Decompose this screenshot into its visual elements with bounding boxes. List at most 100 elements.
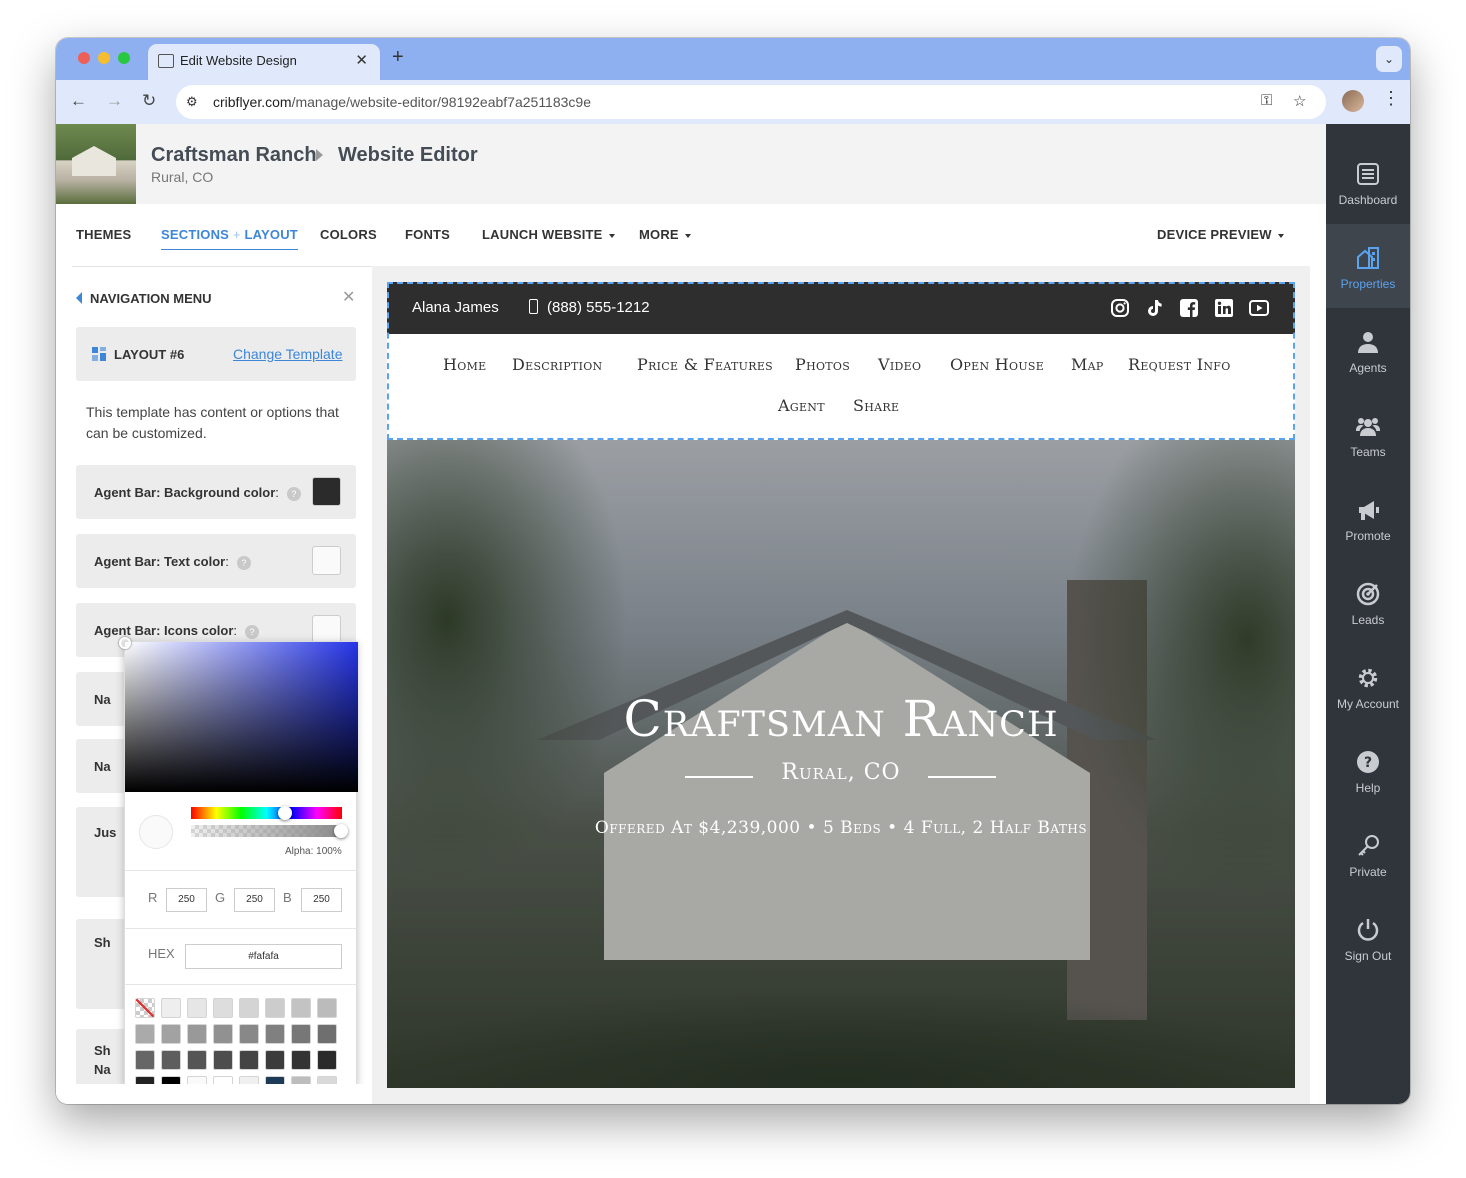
minimize-window-button[interactable] [98,52,110,64]
palette-swatch[interactable] [187,998,207,1018]
saturation-handle[interactable] [119,637,131,649]
sidebar-item-my-account[interactable]: My Account [1326,644,1410,728]
sidebar-item-promote[interactable]: Promote [1326,476,1410,560]
palette-swatch[interactable] [291,1076,311,1084]
tab-themes[interactable]: THEMES [76,227,131,242]
r-input[interactable]: 250 [166,888,207,912]
nav-link-price-features[interactable]: Price & Features [637,355,773,374]
sidebar-item-private[interactable]: Private [1326,812,1410,896]
palette-swatch[interactable] [239,1076,259,1084]
color-swatch[interactable] [312,546,341,575]
key-icon[interactable]: ⚿ [1261,92,1272,109]
palette-swatch[interactable] [187,1076,207,1084]
palette-swatch[interactable] [317,1024,337,1044]
browser-tab[interactable]: Edit Website Design ✕ [148,44,380,80]
palette-swatch[interactable] [161,998,181,1018]
hex-input[interactable]: #fafafa [185,944,342,969]
close-panel-icon[interactable]: ✕ [342,287,355,307]
palette-swatch[interactable] [187,1050,207,1070]
change-template-link[interactable]: Change Template [233,346,342,362]
palette-swatch[interactable] [265,998,285,1018]
nav-link-map[interactable]: Map [1071,355,1104,374]
browser-menu-icon[interactable]: ⋮ [1382,88,1400,109]
tiktok-icon[interactable] [1144,298,1164,318]
palette-swatch[interactable] [239,1024,259,1044]
back-icon[interactable]: ← [70,91,87,111]
tab-colors[interactable]: COLORS [320,227,377,242]
hero-section[interactable]: Craftsman Ranch Rural, CO Offered At $4,… [387,440,1295,1088]
g-input[interactable]: 250 [234,888,275,912]
instagram-icon[interactable] [1110,298,1130,318]
facebook-icon[interactable] [1179,298,1199,318]
palette-swatch[interactable] [135,1076,155,1084]
palette-swatch[interactable] [161,1024,181,1044]
linkedin-icon[interactable] [1214,298,1234,318]
b-input[interactable]: 250 [301,888,342,912]
launch-website-dropdown[interactable]: LAUNCH WEBSITE [482,227,615,242]
palette-swatch[interactable] [265,1076,285,1084]
sidebar-item-sign-out[interactable]: Sign Out [1326,896,1410,980]
nav-link-share[interactable]: Share [853,396,899,415]
sidebar-item-leads[interactable]: Leads [1326,560,1410,644]
help-icon[interactable]: ? [245,624,260,639]
panel-title[interactable]: NAVIGATION MENU [76,291,212,306]
tab-search-button[interactable]: ⌄ [1376,46,1402,72]
nav-link-photos[interactable]: Photos [795,355,850,374]
palette-swatch[interactable] [135,1024,155,1044]
site-settings-icon[interactable]: ⚙ [186,94,198,110]
forward-icon[interactable]: → [106,91,123,111]
palette-swatch[interactable] [291,1050,311,1070]
hue-handle[interactable] [278,806,292,820]
palette-swatch[interactable] [239,1050,259,1070]
palette-swatch[interactable] [213,1050,233,1070]
palette-swatch[interactable] [291,998,311,1018]
sidebar-item-dashboard[interactable]: Dashboard [1326,140,1410,224]
youtube-icon[interactable] [1249,298,1269,318]
palette-swatch[interactable] [213,1076,233,1084]
palette-swatch[interactable] [291,1024,311,1044]
tab-fonts[interactable]: FONTS [405,227,450,242]
property-thumbnail[interactable] [56,124,136,204]
nav-link-video[interactable]: Video [878,355,921,374]
profile-avatar[interactable] [1342,90,1364,112]
palette-swatch[interactable] [135,1050,155,1070]
palette-swatch[interactable] [317,998,337,1018]
palette-swatch[interactable] [213,1024,233,1044]
device-preview-dropdown[interactable]: DEVICE PREVIEW [1157,227,1284,242]
address-bar[interactable]: ⚙ cribflyer.com/manage/website-editor/98… [176,85,1326,119]
close-tab-icon[interactable]: ✕ [355,51,368,69]
reload-icon[interactable]: ↻ [142,91,156,111]
sidebar-item-help[interactable]: ? Help [1326,728,1410,812]
palette-swatch[interactable] [265,1050,285,1070]
nav-link-open-house[interactable]: Open House [950,355,1044,374]
property-name[interactable]: Craftsman Ranch [151,144,317,167]
nav-link-description[interactable]: Description [512,355,602,374]
color-swatch[interactable] [312,477,341,506]
more-dropdown[interactable]: MORE [639,227,691,242]
transparent-swatch[interactable] [135,998,155,1018]
palette-swatch[interactable] [317,1050,337,1070]
sidebar-item-agents[interactable]: Agents [1326,308,1410,392]
sidebar-item-properties[interactable]: Properties [1326,224,1410,308]
bookmark-star-icon[interactable]: ☆ [1293,92,1306,110]
palette-swatch[interactable] [317,1076,337,1084]
help-icon[interactable]: ? [286,486,301,501]
alpha-handle[interactable] [334,824,348,838]
new-tab-button[interactable]: + [392,46,404,69]
palette-swatch[interactable] [265,1024,285,1044]
alpha-slider[interactable] [191,824,348,838]
maximize-window-button[interactable] [118,52,130,64]
help-icon[interactable]: ? [236,555,251,570]
nav-link-request-info[interactable]: Request Info [1128,355,1231,374]
palette-swatch[interactable] [161,1076,181,1084]
tab-sections-layout[interactable]: SECTIONS + LAYOUT [161,227,298,250]
nav-link-agent[interactable]: Agent [778,396,825,415]
nav-link-home[interactable]: Home [443,355,486,374]
agent-bar[interactable]: Alana James (888) 555-1212 [387,282,1295,334]
palette-swatch[interactable] [161,1050,181,1070]
palette-swatch[interactable] [213,998,233,1018]
palette-swatch[interactable] [239,998,259,1018]
color-swatch[interactable] [312,615,341,644]
sidebar-item-teams[interactable]: Teams [1326,392,1410,476]
close-window-button[interactable] [78,52,90,64]
